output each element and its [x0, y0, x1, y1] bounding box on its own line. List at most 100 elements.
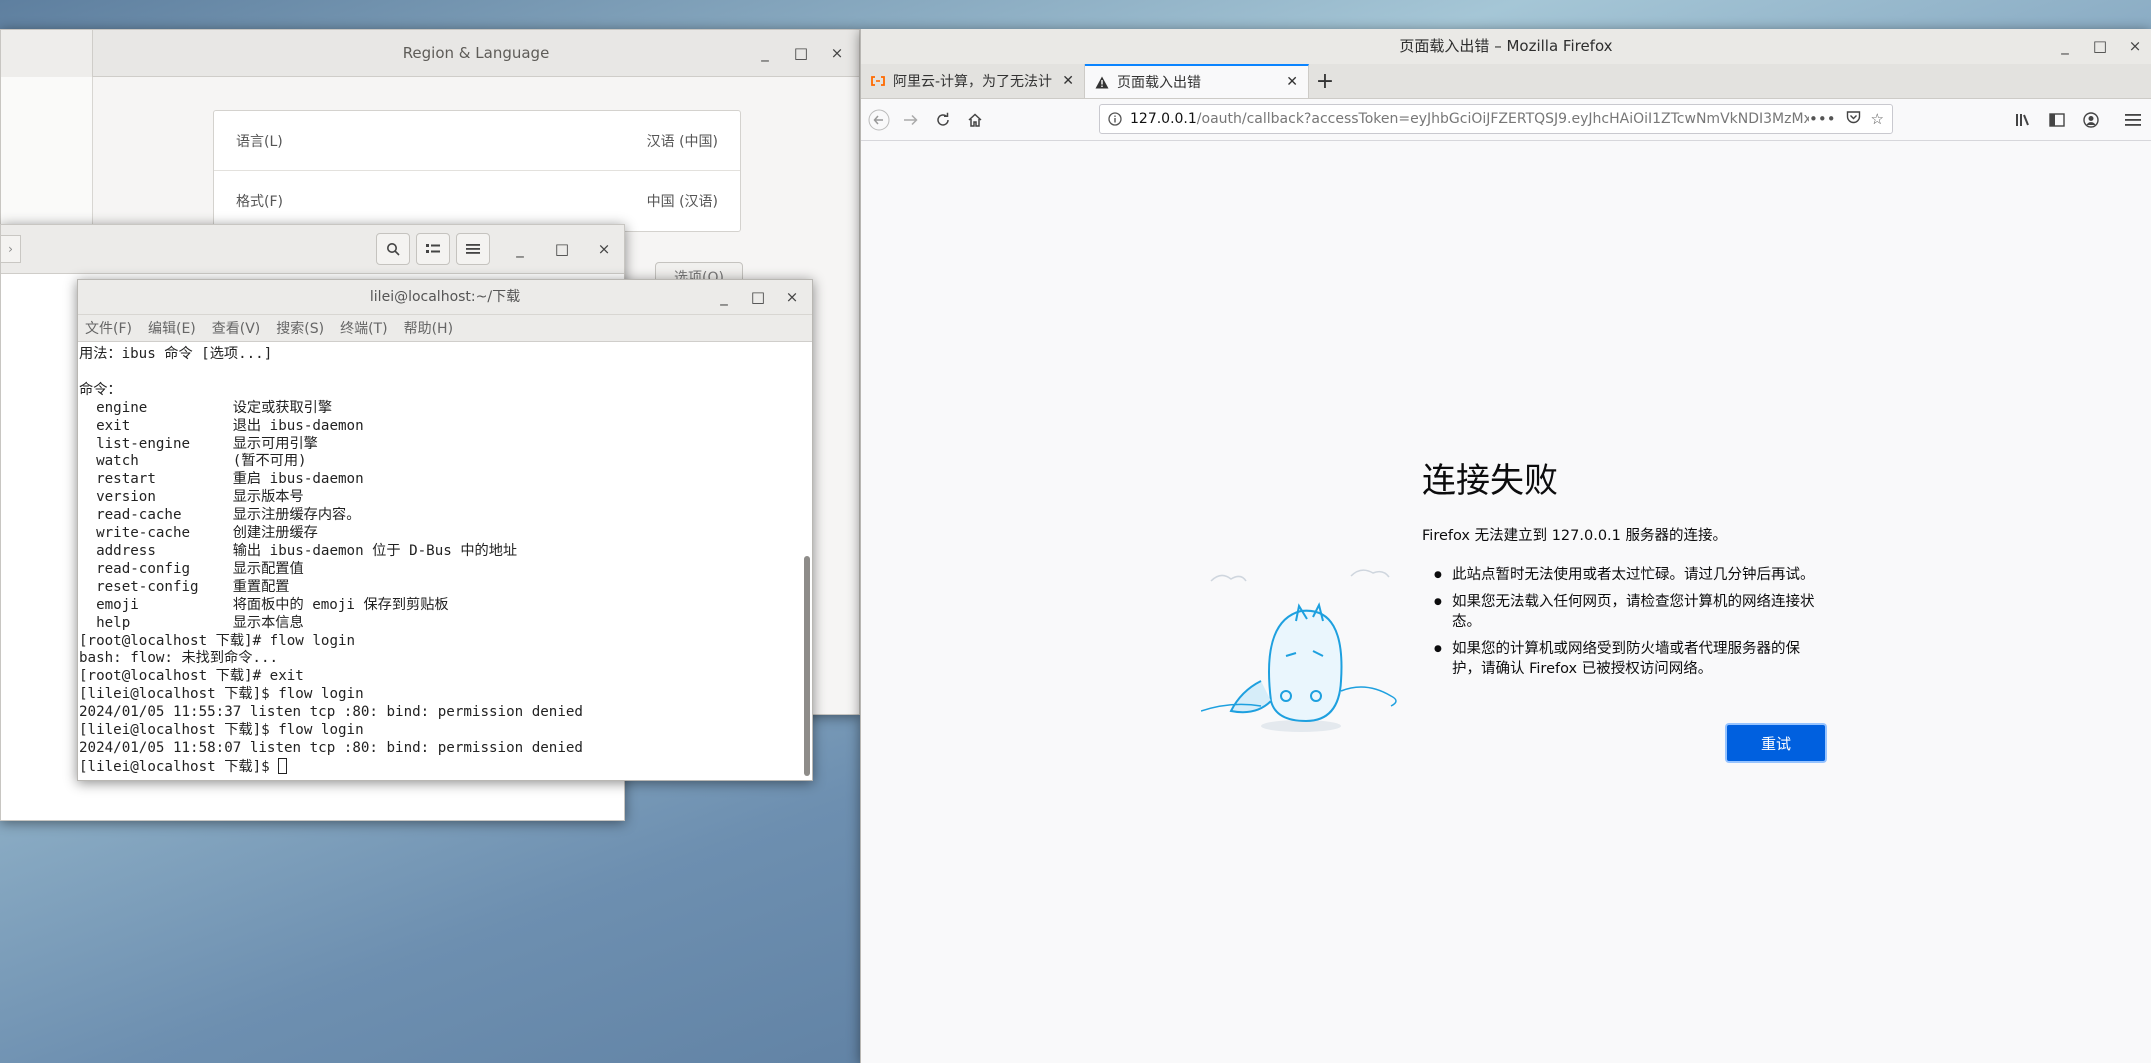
- language-value: 汉语 (中国): [646, 133, 718, 150]
- firefox-titlebar: 页面载入出错 – Mozilla Firefox _ □ ×: [861, 29, 2151, 64]
- terminal-scrollbar-thumb[interactable]: [804, 556, 810, 776]
- terminal-header-bar: lilei@localhost:~/下载 _ □ ×: [78, 280, 812, 315]
- terminal-prompt: [lilei@localhost 下载]$: [79, 758, 279, 775]
- broken-connection-illustration-icon: [1201, 569, 1397, 732]
- tab-error-page[interactable]: 页面载入出错 ✕: [1085, 64, 1309, 98]
- open-menu-button[interactable]: [2117, 104, 2149, 136]
- warning-icon: [1095, 76, 1109, 88]
- tab-aliyun[interactable]: 阿里云-计算，为了无法计 ✕: [861, 64, 1085, 98]
- files-window-controls: _ □ ×: [506, 235, 618, 263]
- page-actions-icon[interactable]: •••: [1809, 110, 1836, 128]
- try-again-button[interactable]: 重试: [1727, 725, 1825, 761]
- minimize-button[interactable]: _: [506, 235, 534, 263]
- terminal-line: watch (暂不可用): [79, 453, 307, 470]
- terminal-line: read-cache 显示注册缓存内容。: [79, 507, 361, 524]
- url-bar[interactable]: 127.0.0.1/oauth/callback?accessToken=eyJ…: [1099, 104, 1893, 134]
- region-settings-panel: 语言(L) 汉语 (中国) 格式(F) 中国 (汉语): [213, 110, 741, 232]
- forward-button[interactable]: [895, 104, 927, 136]
- info-icon: [1108, 112, 1122, 126]
- tab-label: 阿里云-计算，为了无法计: [893, 74, 1053, 90]
- error-suggestions: 此站点暂时无法使用或者太过忙碌。请过几分钟后再试。 如果您无法载入任何网页，请检…: [1432, 565, 1824, 686]
- terminal-window: lilei@localhost:~/下载 _ □ × 文件(F) 编辑(E) 查…: [77, 279, 813, 781]
- formats-value: 中国 (汉语): [646, 194, 718, 210]
- terminal-line: 2024/01/05 11:58:07 listen tcp :80: bind…: [79, 739, 583, 756]
- hamburger-icon: [466, 244, 480, 254]
- menu-file[interactable]: 文件(F): [85, 318, 132, 338]
- search-button[interactable]: [376, 233, 410, 265]
- terminal-cursor: [278, 757, 288, 774]
- back-arrow-icon: [868, 109, 890, 130]
- terminal-line: write-cache 创建注册缓存: [79, 525, 318, 542]
- error-page: 连接失败 Firefox 无法建立到 127.0.0.1 服务器的连接。 此站点…: [861, 141, 2151, 1063]
- region-sidebar-header: [1, 30, 93, 77]
- url-path: /oauth/callback?accessToken=eyJhbGciOiJF…: [1196, 111, 1809, 127]
- close-button[interactable]: ×: [823, 39, 851, 67]
- new-tab-button[interactable]: +: [1309, 64, 1341, 98]
- menu-search[interactable]: 搜索(S): [276, 318, 324, 338]
- maximize-button[interactable]: □: [787, 39, 815, 67]
- terminal-menubar: 文件(F) 编辑(E) 查看(V) 搜索(S) 终端(T) 帮助(H): [78, 315, 812, 342]
- terminal-window-controls: _ □ ×: [710, 283, 806, 311]
- close-tab-icon[interactable]: ✕: [1286, 74, 1298, 90]
- forward-arrow-icon: [904, 114, 918, 125]
- back-button[interactable]: [863, 104, 895, 136]
- files-header-bar: › _ □ ×: [1, 225, 624, 274]
- terminal-line: help 显示本信息: [79, 614, 304, 631]
- files-toolbar: [376, 233, 490, 265]
- maximize-button[interactable]: □: [744, 283, 772, 311]
- terminal-line: list-engine 显示可用引擎: [79, 435, 318, 452]
- close-tab-icon[interactable]: ✕: [1062, 73, 1074, 89]
- library-button[interactable]: [2007, 104, 2039, 136]
- menu-terminal[interactable]: 终端(T): [340, 318, 387, 338]
- region-header-bar: Region & Language _ □ ×: [1, 30, 859, 77]
- menu-help[interactable]: 帮助(H): [404, 318, 453, 338]
- url-text[interactable]: 127.0.0.1/oauth/callback?accessToken=eyJ…: [1130, 111, 1809, 127]
- forward-arrow-icon[interactable]: ›: [1, 235, 21, 263]
- search-icon: [387, 243, 400, 256]
- list-item: 此站点暂时无法使用或者太过忙碌。请过几分钟后再试。: [1432, 565, 1824, 585]
- terminal-line: [lilei@localhost 下载]$ flow login: [79, 722, 364, 739]
- minimize-button[interactable]: _: [2051, 32, 2079, 60]
- home-button[interactable]: [959, 104, 991, 136]
- terminal-line: bash: flow: 未找到命令...: [79, 650, 279, 667]
- terminal-line: exit 退出 ibus-daemon: [79, 417, 364, 434]
- minimize-button[interactable]: _: [710, 283, 738, 311]
- maximize-button[interactable]: □: [548, 235, 576, 263]
- account-button[interactable]: [2075, 104, 2107, 136]
- region-window-controls: _ □ ×: [751, 39, 851, 67]
- pocket-icon[interactable]: [1846, 110, 1861, 125]
- close-button[interactable]: ×: [590, 235, 618, 263]
- view-toggle-button[interactable]: [416, 233, 450, 265]
- terminal-output[interactable]: 用法：ibus 命令 [选项...] 命令： engine 设定或获取引擎 ex…: [78, 343, 802, 780]
- terminal-line: version 显示版本号: [79, 489, 304, 506]
- terminal-prompt-line: [lilei@localhost 下载]$: [79, 757, 801, 777]
- terminal-line: [root@localhost 下载]# exit: [79, 668, 304, 685]
- reload-button[interactable]: [927, 104, 959, 136]
- firefox-window-controls: _ □ ×: [2051, 32, 2149, 60]
- sidebar-button[interactable]: [2041, 104, 2073, 136]
- firefox-window: 页面载入出错 – Mozilla Firefox _ □ × 阿里云-计算，为了…: [860, 29, 2151, 1063]
- navigation-toolbar: 127.0.0.1/oauth/callback?accessToken=eyJ…: [861, 99, 2151, 141]
- library-icon: [2016, 114, 2029, 126]
- hamburger-icon: [2125, 114, 2141, 126]
- menu-button[interactable]: [456, 233, 490, 265]
- list-view-icon: [426, 244, 440, 253]
- language-row[interactable]: 语言(L) 汉语 (中国): [214, 111, 740, 171]
- sidebar-icon: [2049, 113, 2065, 127]
- terminal-line: 用法：ibus 命令 [选项...]: [79, 346, 273, 362]
- close-button[interactable]: ×: [2121, 32, 2149, 60]
- menu-edit[interactable]: 编辑(E): [148, 318, 196, 338]
- bookmark-star-icon[interactable]: ☆: [1871, 110, 1884, 128]
- menu-view[interactable]: 查看(V): [212, 318, 261, 338]
- terminal-scrollbar[interactable]: [804, 346, 810, 776]
- formats-row[interactable]: 格式(F) 中国 (汉语): [214, 171, 740, 231]
- terminal-line: address 输出 ibus-daemon 位于 D-Bus 中的地址: [79, 542, 518, 559]
- close-button[interactable]: ×: [778, 283, 806, 311]
- language-label: 语言(L): [236, 133, 283, 150]
- reload-icon: [937, 112, 949, 126]
- aliyun-icon: [871, 76, 885, 86]
- error-title: 连接失败: [1422, 461, 1558, 501]
- maximize-button[interactable]: □: [2086, 32, 2114, 60]
- minimize-button[interactable]: _: [751, 39, 779, 67]
